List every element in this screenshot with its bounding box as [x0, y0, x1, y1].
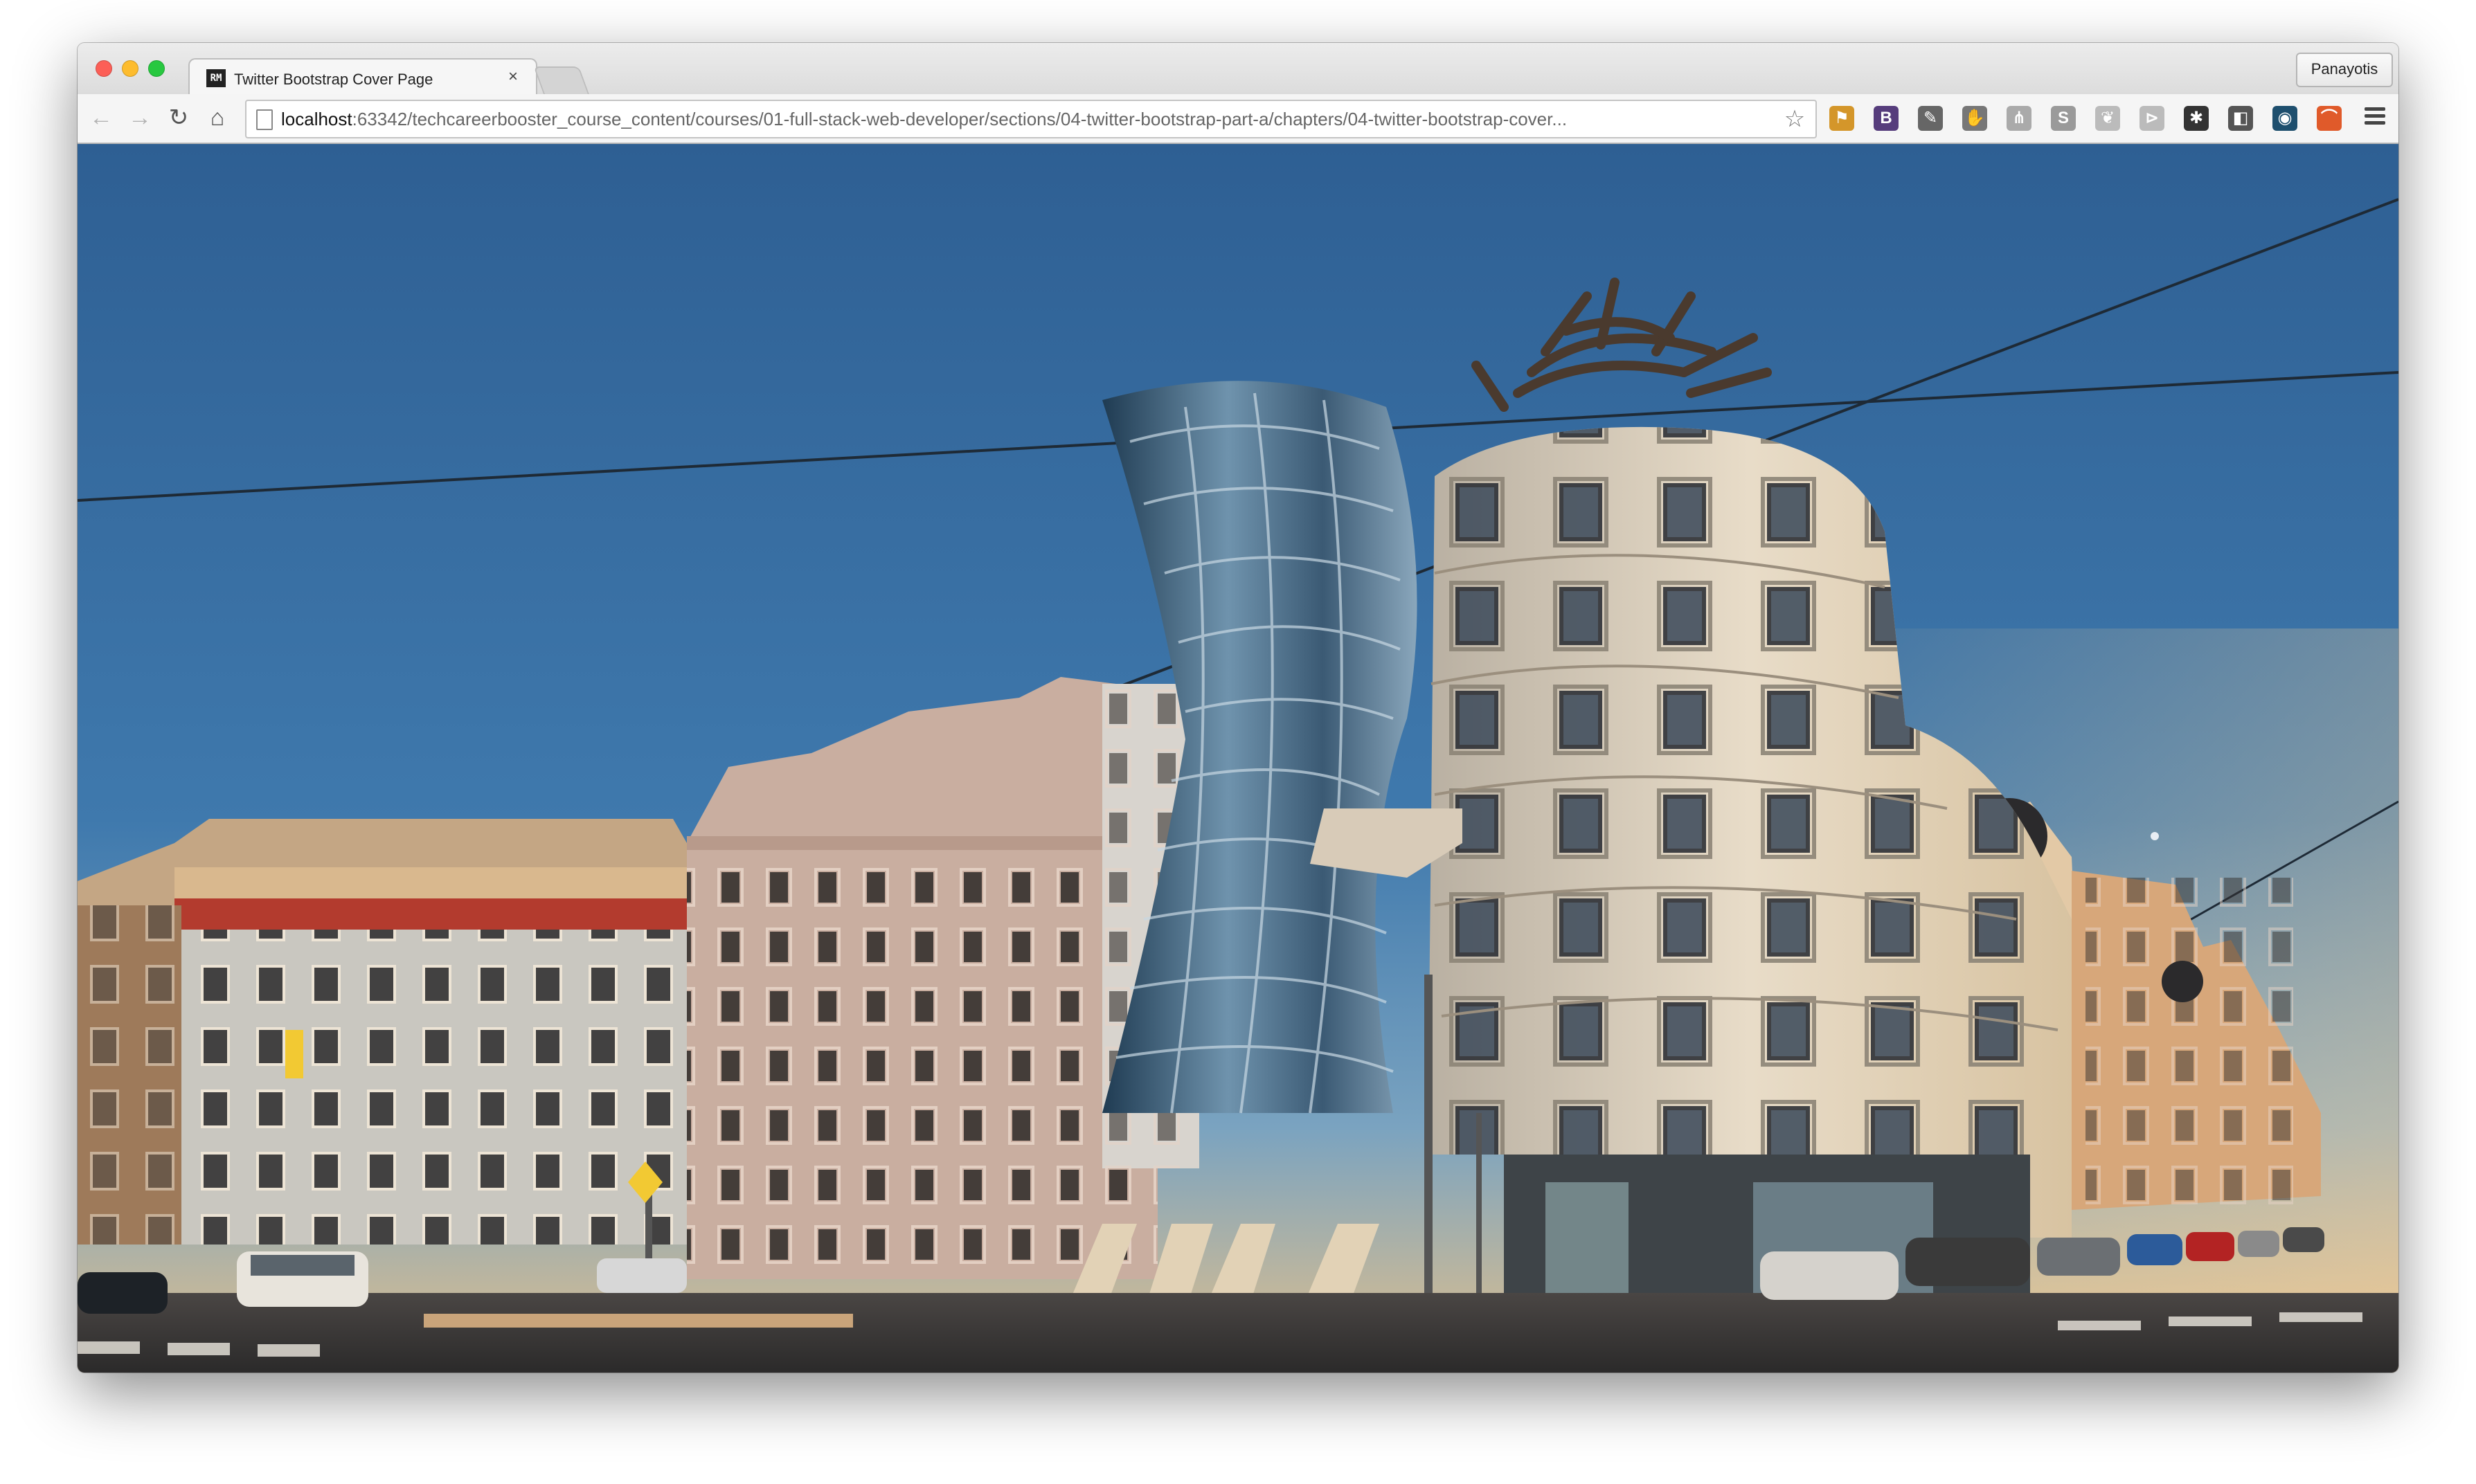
url-host: localhost: [281, 109, 352, 129]
bookmark-star-icon[interactable]: ☆: [1781, 105, 1809, 133]
lock-extension-icon[interactable]: ◉: [2272, 106, 2297, 131]
sitemap-extension-icon[interactable]: ⋔: [2007, 106, 2031, 131]
hand-extension-icon[interactable]: ✋: [1962, 106, 1987, 131]
title-bar: RM Twitter Bootstrap Cover Page × Panayo…: [78, 43, 2398, 97]
bootstrap-extension-icon[interactable]: B: [1874, 106, 1899, 131]
address-bar[interactable]: localhost:63342/techcareerbooster_course…: [245, 100, 1817, 138]
page-icon: [256, 109, 273, 130]
bookmark-flag-extension-icon[interactable]: ⚑: [1829, 106, 1854, 131]
page-content: [78, 144, 2398, 1373]
dancing-house-photo: [78, 144, 2398, 1373]
home-icon[interactable]: ⌂: [201, 101, 234, 134]
close-window-button[interactable]: [96, 60, 112, 77]
browser-tab-active[interactable]: RM Twitter Bootstrap Cover Page ×: [188, 58, 537, 97]
fan-extension-icon[interactable]: ⊳: [2139, 106, 2164, 131]
hamburger-menu-icon[interactable]: [2360, 104, 2390, 133]
leaf-extension-icon[interactable]: ❦: [2095, 106, 2120, 131]
browser-window: RM Twitter Bootstrap Cover Page × Panayo…: [78, 43, 2398, 1373]
profile-button[interactable]: Panayotis: [2296, 53, 2393, 87]
browser-toolbar: ← → ↻ ⌂ localhost:63342/techcareerbooste…: [78, 94, 2398, 144]
favicon-icon: RM: [206, 69, 226, 87]
forward-arrow-icon[interactable]: →: [123, 101, 156, 134]
rainbow-extension-icon[interactable]: ⌒: [2317, 106, 2342, 131]
screenshot-extension-icon[interactable]: ◧: [2228, 106, 2253, 131]
reload-icon[interactable]: ↻: [162, 101, 195, 134]
new-tab-button[interactable]: [533, 66, 590, 96]
tab-close-icon[interactable]: ×: [504, 66, 522, 87]
skype-extension-icon[interactable]: S: [2051, 106, 2076, 131]
eyedropper-extension-icon[interactable]: ✎: [1918, 106, 1943, 131]
url-text[interactable]: localhost:63342/techcareerbooster_course…: [281, 101, 1770, 137]
aperture-extension-icon[interactable]: ✱: [2184, 106, 2209, 131]
zoom-window-button[interactable]: [148, 60, 165, 77]
back-arrow-icon[interactable]: ←: [84, 101, 118, 134]
minimize-window-button[interactable]: [122, 60, 138, 77]
tab-title: Twitter Bootstrap Cover Page: [234, 71, 433, 88]
url-path: :63342/techcareerbooster_course_content/…: [352, 109, 1568, 129]
